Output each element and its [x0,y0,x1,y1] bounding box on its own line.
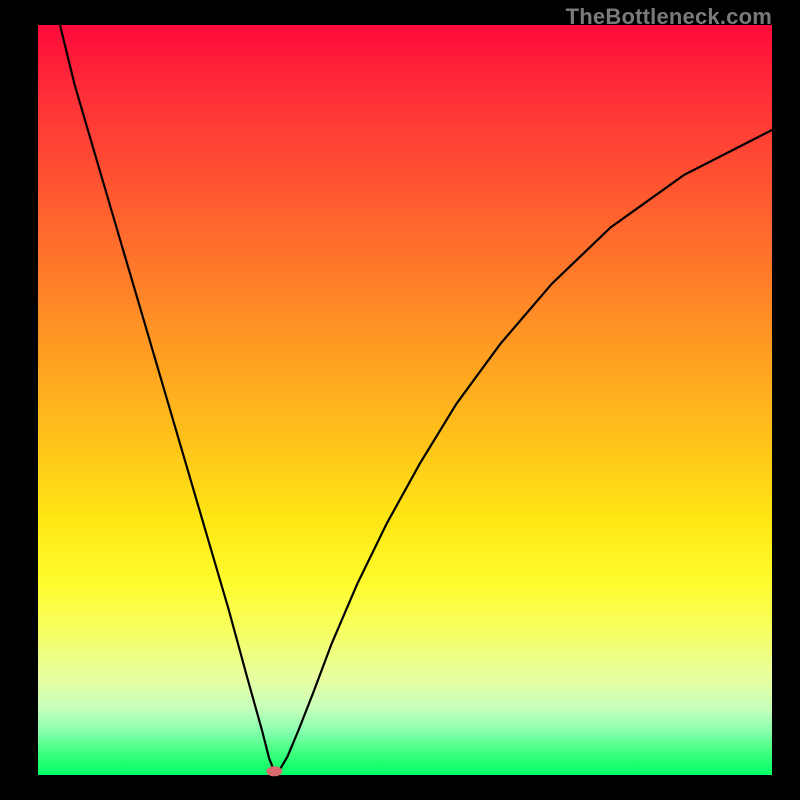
watermark-text: TheBottleneck.com [566,4,772,30]
bottleneck-curve [60,25,772,771]
curve-min-point [266,766,282,776]
plot-area [38,25,772,775]
curve-svg [38,25,772,775]
chart-frame: TheBottleneck.com [0,0,800,800]
